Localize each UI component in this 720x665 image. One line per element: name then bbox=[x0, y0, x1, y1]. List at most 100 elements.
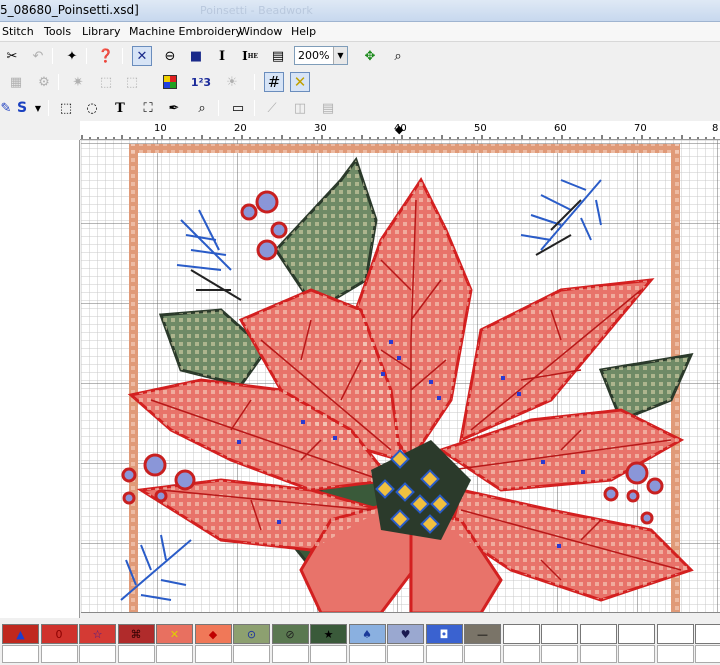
palette-swatch-empty[interactable] bbox=[579, 645, 617, 663]
ruler-label-80: 8 bbox=[712, 123, 719, 134]
chevron-down-icon[interactable]: ▼ bbox=[333, 47, 347, 64]
faded-title: Poinsetti - Beadwork bbox=[200, 4, 313, 17]
horizontal-ruler: 10 20 30 40 50 60 70 8 ◆ bbox=[80, 121, 720, 140]
undo-icon[interactable]: ↶ bbox=[28, 46, 48, 66]
palette-swatch[interactable]: ✕ bbox=[156, 624, 193, 644]
select-dashed-icon[interactable]: ⬚ bbox=[122, 72, 142, 92]
palette-swatch-empty[interactable] bbox=[387, 645, 424, 663]
font-i-icon[interactable]: I bbox=[212, 46, 232, 66]
palette-swatch[interactable]: ★ bbox=[310, 624, 347, 644]
palette-swatch[interactable]: 0 bbox=[40, 624, 78, 644]
palette-swatch[interactable]: ♥ bbox=[387, 624, 424, 644]
swatch-symbol: 0 bbox=[55, 627, 63, 641]
wizard-icon[interactable]: ✦ bbox=[62, 46, 82, 66]
backstitch-s-icon[interactable]: S bbox=[12, 98, 32, 118]
palette-swatch[interactable] bbox=[541, 624, 578, 644]
swatch-symbol: ♥ bbox=[400, 627, 411, 641]
palette-swatch[interactable]: — bbox=[464, 624, 501, 644]
swatch-symbol: ✕ bbox=[169, 627, 180, 641]
palette-swatch-empty[interactable] bbox=[425, 645, 463, 663]
cross-stitch-icon[interactable]: ✕ bbox=[132, 46, 152, 66]
palette-swatch[interactable] bbox=[618, 624, 655, 644]
pattern-svg[interactable] bbox=[81, 140, 720, 613]
fill-bucket-icon[interactable]: ⛶ bbox=[138, 98, 158, 118]
rect-select-icon[interactable]: ⬚ bbox=[56, 98, 76, 118]
font-ihe-icon[interactable]: I HE bbox=[240, 46, 260, 66]
palette-swatch-empty[interactable] bbox=[618, 645, 655, 663]
ruler-label-60: 60 bbox=[554, 123, 567, 134]
palette-swatch[interactable]: ⊙ bbox=[233, 624, 270, 644]
palette-swatch-empty[interactable] bbox=[695, 645, 720, 663]
ruler-label-50: 50 bbox=[474, 123, 487, 134]
full-square-icon[interactable]: ■ bbox=[186, 46, 206, 66]
ruler-label-30: 30 bbox=[314, 123, 327, 134]
palette-swatch[interactable] bbox=[579, 624, 617, 644]
palette-swatch-empty[interactable] bbox=[156, 645, 193, 663]
palette-swatch[interactable] bbox=[502, 624, 540, 644]
pattern-canvas[interactable] bbox=[81, 140, 720, 613]
chevron-down-icon-2[interactable]: ▼ bbox=[32, 98, 44, 118]
menu-window[interactable]: Window bbox=[239, 25, 282, 38]
palette-swatch-empty[interactable] bbox=[310, 645, 347, 663]
thread-palette: ▲ 0 ☆ ⌘ ✕ ◆ ⊙ ⊘ ★ ♠ ♥ ◘ — bbox=[0, 624, 720, 665]
palette-swatch[interactable] bbox=[695, 624, 720, 644]
palette-swatch[interactable]: ⌘ bbox=[117, 624, 155, 644]
cut-icon[interactable]: ✂ bbox=[2, 46, 22, 66]
palette-swatch-empty[interactable] bbox=[117, 645, 155, 663]
magnifier-icon[interactable]: ⌕ bbox=[192, 98, 212, 118]
swatch-symbol: ☆ bbox=[92, 627, 103, 641]
palette-swatch-empty[interactable] bbox=[2, 645, 39, 663]
toolbar-row-1: ✂ ↶ ✦ ❓ ✕ ⊖ ■ I I HE ▤ 200% ▼ ✥ ⌕ bbox=[0, 44, 720, 68]
lasso-icon[interactable]: ◌ bbox=[82, 98, 102, 118]
palette-swatch-empty[interactable] bbox=[79, 645, 116, 663]
palette-swatch-empty[interactable] bbox=[464, 645, 501, 663]
ruler-position-marker[interactable]: ◆ bbox=[395, 123, 403, 136]
menu-machine-embroidery[interactable]: Machine Embroidery bbox=[129, 25, 242, 38]
grid-small-icon[interactable]: ▦ bbox=[6, 72, 26, 92]
fit-window-icon[interactable]: ✥ bbox=[360, 46, 380, 66]
palette-swatch[interactable]: ◘ bbox=[425, 624, 463, 644]
palette-swatch[interactable]: ◆ bbox=[194, 624, 232, 644]
palette-swatch-empty[interactable] bbox=[233, 645, 270, 663]
menu-stitch[interactable]: Stitch bbox=[2, 25, 34, 38]
palette-swatch-empty[interactable] bbox=[194, 645, 232, 663]
ruler-label-10: 10 bbox=[154, 123, 167, 134]
palette-swatch[interactable] bbox=[656, 624, 694, 644]
menu-library[interactable]: Library bbox=[82, 25, 120, 38]
palette-swatch-empty[interactable] bbox=[656, 645, 694, 663]
zoom-select[interactable]: 200% ▼ bbox=[294, 46, 348, 65]
menu-bar: Stitch Tools Library Machine Embroidery … bbox=[0, 22, 720, 42]
palette-swatch-empty[interactable] bbox=[271, 645, 309, 663]
select-small-icon[interactable]: ⬚ bbox=[96, 72, 116, 92]
palette-swatch-empty[interactable] bbox=[348, 645, 386, 663]
help-icon[interactable]: ❓ bbox=[96, 46, 116, 66]
layers-icon[interactable]: ▤ bbox=[318, 98, 338, 118]
text-tool-icon[interactable]: T bbox=[110, 98, 130, 118]
palette-swatch[interactable]: ⊘ bbox=[271, 624, 309, 644]
palette-swatch[interactable]: ▲ bbox=[2, 624, 39, 644]
mirror-icon[interactable]: ⟋ bbox=[262, 98, 282, 118]
palette-swatch-empty[interactable] bbox=[40, 645, 78, 663]
yellow-cross-icon[interactable]: ✕ bbox=[290, 72, 310, 92]
half-stitch-icon[interactable]: ⊖ bbox=[160, 46, 180, 66]
toolbar-row-3: ✎ S ▼ ⬚ ◌ T ⛶ ✒ ⌕ ▭ ⟋ ◫ ▤ bbox=[0, 96, 720, 120]
preview-icon[interactable]: ▭ bbox=[228, 98, 248, 118]
split-view-icon[interactable]: ◫ bbox=[290, 98, 310, 118]
gear-icon[interactable]: ⚙ bbox=[34, 72, 54, 92]
numbers-icon[interactable]: 1²3 bbox=[188, 72, 214, 92]
palette-swatch-empty[interactable] bbox=[541, 645, 578, 663]
star-burst-icon[interactable]: ✷ bbox=[68, 72, 88, 92]
page-icon[interactable]: ▤ bbox=[268, 46, 288, 66]
grid-icon[interactable]: # bbox=[264, 72, 284, 92]
title-bar: 5_08680_Poinsetti.xsd] Poinsetti - Beadw… bbox=[0, 0, 720, 22]
palette-colors-icon[interactable] bbox=[160, 72, 180, 92]
zoom-select-icon[interactable]: ⌕ bbox=[388, 46, 408, 66]
menu-tools[interactable]: Tools bbox=[44, 25, 71, 38]
palette-swatch[interactable]: ♠ bbox=[348, 624, 386, 644]
palette-swatch[interactable]: ☆ bbox=[79, 624, 116, 644]
menu-help[interactable]: Help bbox=[291, 25, 316, 38]
palette-swatch-empty[interactable] bbox=[502, 645, 540, 663]
sun-icon[interactable]: ☀ bbox=[222, 72, 242, 92]
swatch-symbol: ⊙ bbox=[246, 627, 257, 641]
eyedropper-icon[interactable]: ✒ bbox=[164, 98, 184, 118]
